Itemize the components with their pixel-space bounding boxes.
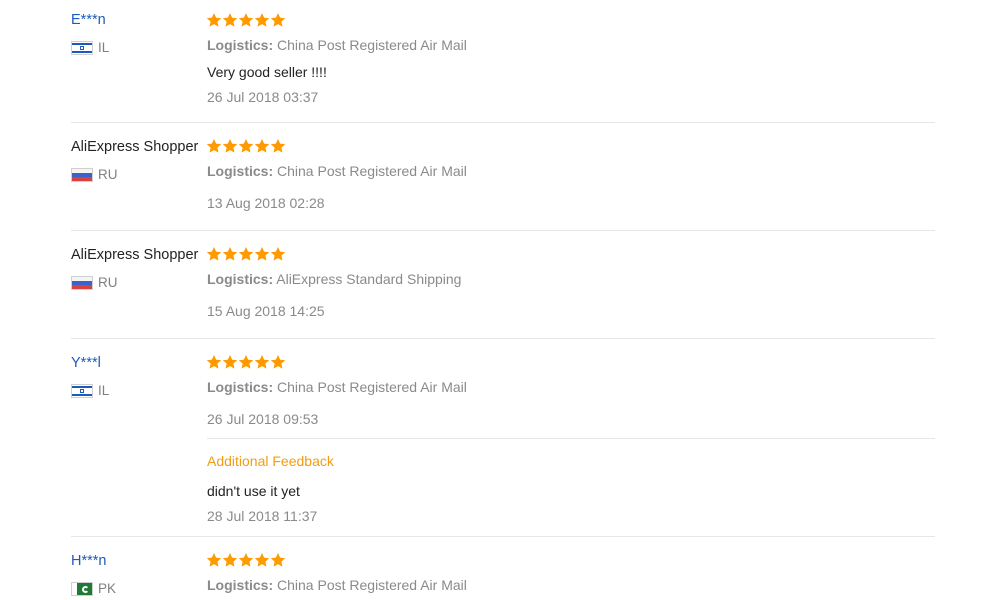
reviewer-country: RU <box>71 275 118 291</box>
star-icon <box>254 138 270 154</box>
star-icon <box>206 138 222 154</box>
logistics-label: Logistics: <box>207 163 274 179</box>
review-date: 13 Aug 2018 02:28 <box>207 195 325 211</box>
logistics-method: AliExpress Standard Shipping <box>276 271 462 287</box>
star-rating <box>206 246 286 264</box>
reviewer-name: AliExpress Shopper <box>71 139 199 155</box>
reviewer-country: IL <box>71 40 109 56</box>
review-date: 26 Jul 2018 09:53 <box>207 411 319 427</box>
star-icon <box>222 246 238 262</box>
star-icon <box>238 12 254 28</box>
country-code: IL <box>98 383 110 398</box>
star-icon <box>254 552 270 568</box>
star-icon <box>254 246 270 262</box>
star-icon <box>270 12 286 28</box>
reviewer-name-link[interactable]: E***n <box>71 11 106 29</box>
star-rating <box>206 552 286 570</box>
review-item: E***n IL Logistics: China Post Registere… <box>0 0 1000 123</box>
russia-flag-icon <box>71 276 93 290</box>
star-icon <box>238 354 254 370</box>
star-rating <box>206 12 286 30</box>
reviewer-name-link[interactable]: H***n <box>71 552 106 570</box>
star-icon <box>254 354 270 370</box>
israel-flag-icon <box>71 41 93 55</box>
star-icon <box>206 354 222 370</box>
star-icon <box>270 552 286 568</box>
logistics-info: Logistics: China Post Registered Air Mai… <box>207 162 467 180</box>
reviewer-name: AliExpress Shopper <box>71 247 199 263</box>
star-icon <box>222 354 238 370</box>
star-icon <box>222 12 238 28</box>
reviewer-country: IL <box>71 383 109 399</box>
review-item: AliExpress Shopper RU Logistics: China P… <box>0 123 1000 231</box>
star-icon <box>270 246 286 262</box>
additional-feedback-comment: didn't use it yet <box>207 483 300 499</box>
logistics-method: China Post Registered Air Mail <box>277 577 467 593</box>
review-item: H***n PK Logistics: China Post Registere… <box>0 537 1000 600</box>
reviewer-name-link[interactable]: Y***l <box>71 354 101 372</box>
star-icon <box>222 138 238 154</box>
logistics-label: Logistics: <box>207 577 274 593</box>
star-icon <box>254 12 270 28</box>
logistics-label: Logistics: <box>207 37 274 53</box>
star-icon <box>222 552 238 568</box>
additional-feedback-divider <box>207 438 935 439</box>
star-icon <box>270 138 286 154</box>
pakistan-flag-icon <box>71 582 93 596</box>
review-item: AliExpress Shopper RU Logistics: AliExpr… <box>0 231 1000 339</box>
russia-flag-icon <box>71 168 93 182</box>
logistics-method: China Post Registered Air Mail <box>277 163 467 179</box>
logistics-info: Logistics: China Post Registered Air Mai… <box>207 378 467 396</box>
reviewer-country: PK <box>71 581 116 597</box>
logistics-info: Logistics: AliExpress Standard Shipping <box>207 270 461 288</box>
star-rating <box>206 138 286 156</box>
logistics-label: Logistics: <box>207 271 274 287</box>
israel-flag-icon <box>71 384 93 398</box>
review-comment: Very good seller !!!! <box>207 64 327 80</box>
country-code: IL <box>98 40 110 55</box>
logistics-label: Logistics: <box>207 379 274 395</box>
review-date: 26 Jul 2018 03:37 <box>207 89 319 105</box>
logistics-info: Logistics: China Post Registered Air Mai… <box>207 36 467 54</box>
star-icon <box>238 246 254 262</box>
logistics-method: China Post Registered Air Mail <box>277 37 467 53</box>
logistics-method: China Post Registered Air Mail <box>277 379 467 395</box>
review-item: Y***l IL Logistics: China Post Registere… <box>0 339 1000 537</box>
country-code: RU <box>98 167 118 182</box>
country-code: RU <box>98 275 118 290</box>
additional-feedback-date: 28 Jul 2018 11:37 <box>207 508 318 524</box>
logistics-info: Logistics: China Post Registered Air Mai… <box>207 576 467 594</box>
country-code: PK <box>98 581 117 596</box>
additional-feedback-heading: Additional Feedback <box>207 453 334 469</box>
star-icon <box>270 354 286 370</box>
star-icon <box>238 138 254 154</box>
star-icon <box>206 246 222 262</box>
star-icon <box>206 552 222 568</box>
star-icon <box>238 552 254 568</box>
star-icon <box>206 12 222 28</box>
star-rating <box>206 354 286 372</box>
reviewer-country: RU <box>71 167 118 183</box>
review-date: 15 Aug 2018 14:25 <box>207 303 325 319</box>
